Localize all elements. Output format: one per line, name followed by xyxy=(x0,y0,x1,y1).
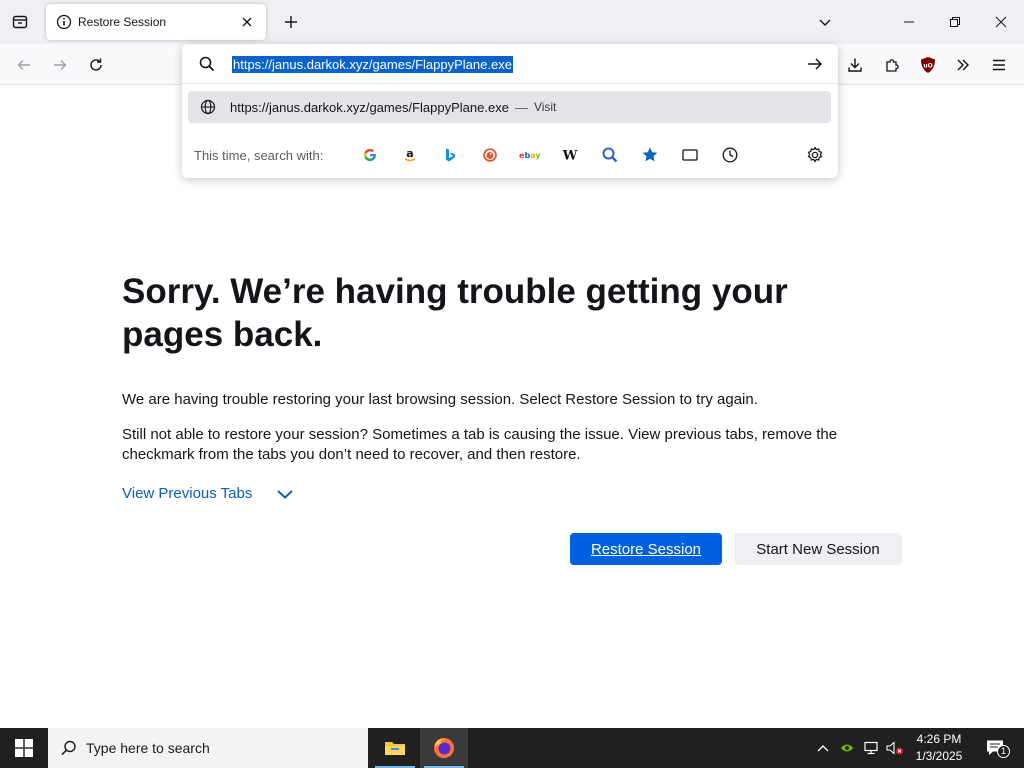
downloads-button[interactable] xyxy=(840,50,870,80)
suggestion-separator: — xyxy=(514,99,528,115)
bing-icon[interactable] xyxy=(430,140,470,170)
hamburger-menu-icon xyxy=(991,57,1007,73)
double-chevron-icon xyxy=(955,57,971,73)
puzzle-icon xyxy=(884,57,900,73)
new-tab-button[interactable] xyxy=(278,9,304,35)
folder-icon xyxy=(384,739,406,757)
google-icon[interactable] xyxy=(350,140,390,170)
duckduckgo-icon[interactable] xyxy=(470,140,510,170)
ebay-icon[interactable]: ebay xyxy=(510,140,550,170)
windows-start-button[interactable] xyxy=(0,728,48,768)
forward-button[interactable] xyxy=(45,50,75,80)
tab-title: Restore Session xyxy=(78,15,167,29)
tab-restore-session[interactable]: Restore Session xyxy=(46,4,266,40)
notification-icon: 1 xyxy=(986,739,1010,758)
clock-time: 4:26 PM xyxy=(916,732,962,746)
urlbar-popup: https://janus.darkok.xyz/games/FlappyPla… xyxy=(182,44,838,178)
app-menu-button[interactable] xyxy=(984,50,1014,80)
windows-logo-icon xyxy=(15,739,33,757)
restore-window-button[interactable] xyxy=(932,0,978,44)
back-arrow-icon xyxy=(16,57,32,73)
nvidia-icon[interactable] xyxy=(836,728,858,768)
file-explorer-taskbar-button[interactable] xyxy=(371,728,419,768)
session-buttons: Restore Session Start New Session xyxy=(570,533,902,565)
taskbar-clock[interactable]: 4:26 PM 1/3/2025 xyxy=(908,731,970,765)
clock-date: 1/3/2025 xyxy=(915,749,963,763)
svg-text:W: W xyxy=(562,149,578,164)
list-all-tabs-icon[interactable] xyxy=(812,9,838,35)
restore-description: We are having trouble restoring your las… xyxy=(122,391,758,408)
firefox-taskbar-button[interactable] xyxy=(420,728,468,768)
show-hidden-icons-chevron-icon[interactable] xyxy=(812,728,834,768)
start-new-session-button[interactable]: Start New Session xyxy=(734,533,902,565)
network-icon[interactable] xyxy=(860,728,882,768)
amazon-icon[interactable]: a xyxy=(390,140,430,170)
ublock-shield-icon: uO xyxy=(920,56,936,74)
firefox-icon xyxy=(432,736,456,760)
search-settings-gear-icon[interactable] xyxy=(806,146,824,164)
page-title: Sorry. We’re having trouble getting your… xyxy=(122,272,788,354)
volume-muted-icon[interactable] xyxy=(884,728,906,768)
ublock-origin-button[interactable]: uO xyxy=(913,50,943,80)
reload-button[interactable] xyxy=(81,50,111,80)
wikipedia-icon[interactable]: W xyxy=(550,140,590,170)
view-previous-tabs-label[interactable]: View Previous Tabs xyxy=(122,485,252,502)
close-tab-icon[interactable] xyxy=(238,13,256,31)
download-icon xyxy=(847,57,863,73)
restore-help-text: Still not able to restore your session? … xyxy=(122,426,838,463)
taskbar-search-placeholder: Type here to search xyxy=(86,740,210,756)
back-button[interactable] xyxy=(9,50,39,80)
search-icon xyxy=(198,55,216,73)
action-center-button[interactable]: 1 xyxy=(978,728,1014,768)
tab-strip: Restore Session xyxy=(0,0,1024,44)
more-tools-button[interactable] xyxy=(948,50,978,80)
go-arrow-icon[interactable] xyxy=(806,55,824,73)
chevron-down-icon[interactable] xyxy=(276,488,294,500)
info-icon xyxy=(56,14,72,30)
suggestion-url: https://janus.darkok.xyz/games/FlappyPla… xyxy=(230,99,509,115)
svg-text:ebay: ebay xyxy=(519,151,541,160)
close-window-button[interactable] xyxy=(978,0,1024,44)
extensions-button[interactable] xyxy=(877,50,907,80)
url-suggestion-row[interactable]: https://janus.darkok.xyz/games/FlappyPla… xyxy=(188,91,831,123)
suggestion-action: Visit xyxy=(533,100,557,114)
history-clock-icon[interactable] xyxy=(710,140,750,170)
minimize-button[interactable] xyxy=(886,0,932,44)
svg-text:uO: uO xyxy=(923,63,932,70)
taskbar-search-box[interactable]: Type here to search xyxy=(48,728,368,768)
one-off-search-bar: This time, search with: a ebay W xyxy=(182,132,838,178)
windows-taskbar: Type here to search 4:26 PM 1/3/2025 1 xyxy=(0,728,1024,768)
restore-session-content: Sorry. We’re having trouble getting your… xyxy=(122,270,912,565)
forward-arrow-icon xyxy=(52,57,68,73)
search-engine-magnifier-icon[interactable] xyxy=(590,140,630,170)
tabs-icon[interactable] xyxy=(670,140,710,170)
reload-icon xyxy=(88,57,104,73)
view-previous-tabs-toggle[interactable]: View Previous Tabs xyxy=(122,485,912,502)
search-with-label: This time, search with: xyxy=(194,147,324,163)
urlbar-input[interactable]: https://janus.darkok.xyz/games/FlappyPla… xyxy=(232,56,513,73)
bookmarks-star-icon[interactable] xyxy=(630,140,670,170)
restore-session-button[interactable]: Restore Session xyxy=(570,533,722,565)
notification-count-badge: 1 xyxy=(997,745,1010,758)
search-icon xyxy=(60,739,78,757)
urlbar-input-row[interactable]: https://janus.darkok.xyz/games/FlappyPla… xyxy=(182,44,838,84)
globe-icon xyxy=(200,99,216,115)
svg-text:a: a xyxy=(406,147,413,160)
firefox-view-icon[interactable] xyxy=(6,8,34,36)
